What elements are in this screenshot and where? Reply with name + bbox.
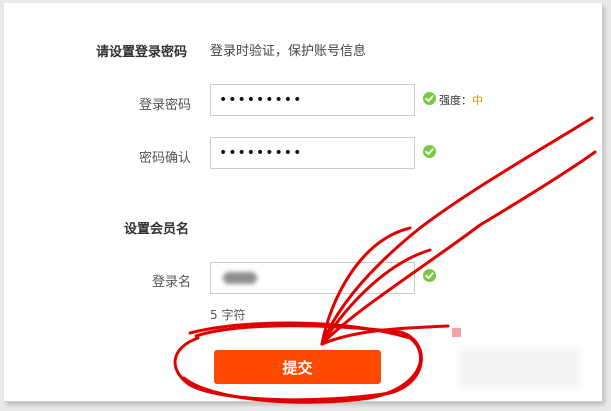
username-field[interactable] <box>210 262 415 294</box>
username-label: 登录名 <box>151 275 191 290</box>
submit-button[interactable]: 提交 <box>214 350 381 384</box>
blurred-area <box>459 348 579 388</box>
member-section-title: 设置会员名 <box>124 222 190 237</box>
redacted-username <box>223 272 257 284</box>
password-strength-indicator: 强度：中 <box>439 92 483 108</box>
registration-panel: 请设置登录密码 登录时验证，保护账号信息 登录密码 强度：中 密码确认 设置会员… <box>4 3 603 402</box>
check-circle-icon <box>423 145 436 158</box>
login-password-field[interactable] <box>210 84 415 116</box>
check-circle-icon <box>423 269 436 282</box>
password-section-hint: 登录时验证，保护账号信息 <box>210 44 367 59</box>
check-circle-icon <box>423 92 436 105</box>
confirm-password-field[interactable] <box>210 137 415 169</box>
password-section-title: 请设置登录密码 <box>96 45 188 60</box>
confirm-password-label: 密码确认 <box>138 151 191 166</box>
strength-level: 中 <box>472 94 483 107</box>
username-char-count: 5 字符 <box>210 308 246 322</box>
strength-label: 强度： <box>439 94 472 107</box>
login-password-label: 登录密码 <box>138 98 191 113</box>
login-password-input[interactable] <box>211 85 414 115</box>
pink-marker <box>452 328 461 337</box>
confirm-password-input[interactable] <box>211 138 414 168</box>
